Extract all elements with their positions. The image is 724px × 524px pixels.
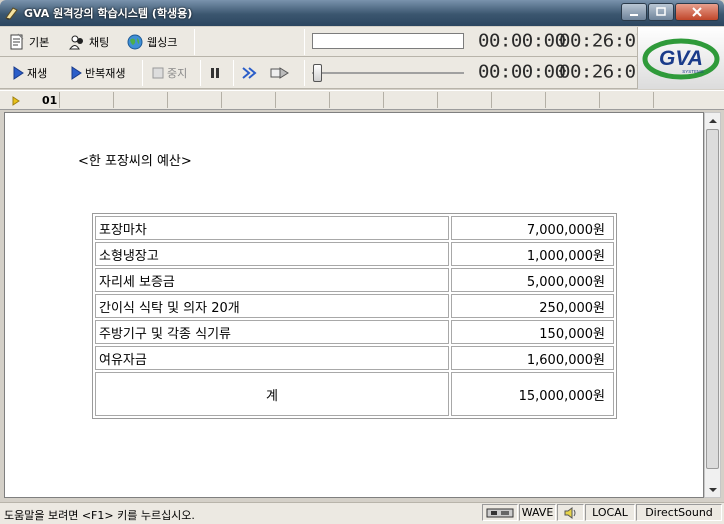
page-tab[interactable]	[276, 92, 330, 108]
arrow-down-icon	[708, 487, 717, 492]
page-tab[interactable]	[600, 92, 654, 108]
play-label: 재생	[27, 67, 48, 80]
logo-subtext: SYSTEMS	[682, 69, 704, 74]
toolbar-separator	[200, 60, 201, 86]
chat-button[interactable]: 채팅	[68, 31, 109, 53]
table-row: 주방기구 및 각종 식기류 150,000원	[95, 320, 614, 344]
toolbar-separator	[233, 60, 234, 86]
total-time: 00:26:07	[559, 30, 647, 52]
elapsed-time: 00:00:00	[478, 61, 566, 83]
table-row: 자리세 보증금 5,000,000원	[95, 268, 614, 292]
stop-label: 중지	[167, 67, 188, 80]
repeat-play-label: 반복재생	[85, 67, 126, 80]
basic-label: 기본	[29, 36, 50, 49]
total-time: 00:26:07	[559, 61, 647, 83]
page-tab[interactable]	[60, 92, 114, 108]
elapsed-time: 00:00:00	[478, 30, 566, 52]
table-row: 여유자금 1,600,000원	[95, 346, 614, 370]
speaker-panel	[557, 504, 584, 521]
users-icon	[69, 35, 83, 50]
budget-item: 자리세 보증금	[95, 268, 449, 292]
toolbar-separator	[194, 29, 195, 55]
scroll-up-button[interactable]	[705, 113, 720, 128]
close-icon	[692, 7, 702, 17]
scroll-thumb[interactable]	[706, 129, 719, 469]
close-button[interactable]	[675, 3, 719, 21]
play-icon	[13, 66, 24, 80]
scroll-down-button[interactable]	[705, 482, 720, 497]
gva-logo: GVA SYSTEMS	[642, 38, 720, 80]
fast-forward-icon	[242, 67, 257, 79]
toolbar-separator	[142, 60, 143, 86]
maximize-icon	[656, 7, 666, 16]
toolbar-separator	[304, 60, 305, 86]
websync-button[interactable]: 웹싱크	[126, 31, 177, 53]
page-tab[interactable]	[438, 92, 492, 108]
total-amount: 15,000,000원	[451, 372, 614, 416]
page-tab[interactable]	[546, 92, 600, 108]
play-button[interactable]: 재생	[12, 62, 47, 84]
budget-item: 간이식 식탁 및 의자 20개	[95, 294, 449, 318]
maximize-button[interactable]	[648, 3, 674, 21]
logo-panel: GVA SYSTEMS	[637, 27, 724, 89]
table-row: 포장마차 7,000,000원	[95, 216, 614, 240]
page-tab[interactable]	[384, 92, 438, 108]
page-tab[interactable]	[114, 92, 168, 108]
arrow-up-icon	[708, 118, 717, 123]
title-bar[interactable]: GVA 원격강의 학습시스템 (학생용)	[0, 0, 724, 26]
basic-button[interactable]: 기본	[8, 31, 49, 53]
page-tab[interactable]	[330, 92, 384, 108]
stop-icon	[152, 67, 164, 79]
budget-amount: 1,600,000원	[451, 346, 614, 370]
repeat-play-button[interactable]: 반복재생	[70, 62, 125, 84]
budget-item: 포장마차	[95, 216, 449, 240]
minimize-icon	[630, 14, 638, 16]
mode-panel: LOCAL	[585, 504, 635, 521]
table-total-row: 계 15,000,000원	[95, 372, 614, 416]
window-title: GVA 원격강의 학습시스템 (학생용)	[24, 7, 193, 20]
budget-amount: 150,000원	[451, 320, 614, 344]
recorder-status	[482, 504, 518, 521]
page-tab[interactable]	[492, 92, 546, 108]
speaker-icon	[564, 506, 575, 519]
pause-button[interactable]	[209, 62, 221, 84]
vertical-scrollbar[interactable]	[704, 112, 721, 498]
play-icon	[71, 66, 82, 80]
recorder-icon	[486, 508, 514, 517]
logo-text: GVA	[659, 47, 703, 70]
budget-amount: 1,000,000원	[451, 242, 614, 266]
page-tab[interactable]	[6, 92, 60, 108]
websync-label: 웹싱크	[147, 36, 178, 49]
budget-item: 소형냉장고	[95, 242, 449, 266]
minimize-button[interactable]	[621, 3, 647, 21]
page-tab[interactable]	[168, 92, 222, 108]
audio-format-panel: WAVE	[519, 504, 556, 521]
budget-item: 여유자금	[95, 346, 449, 370]
budget-item: 주방기구 및 각종 식기류	[95, 320, 449, 344]
progress-bar	[312, 33, 464, 49]
chat-label: 채팅	[89, 36, 110, 49]
table-row: 소형냉장고 1,000,000원	[95, 242, 614, 266]
document-icon	[10, 33, 24, 50]
export-button[interactable]	[270, 62, 290, 84]
budget-amount: 7,000,000원	[451, 216, 614, 240]
seek-track[interactable]	[312, 72, 464, 74]
document-title: <한 포장씨의 예산>	[78, 154, 192, 169]
budget-table: 포장마차 7,000,000원 소형냉장고 1,000,000원 자리세 보증금…	[92, 213, 617, 419]
arrow-right-box-icon	[270, 67, 289, 79]
table-row: 간이식 식탁 및 의자 20개 250,000원	[95, 294, 614, 318]
budget-amount: 5,000,000원	[451, 268, 614, 292]
driver-panel: DirectSound	[636, 504, 722, 521]
toolbar-separator	[304, 29, 305, 55]
pause-icon	[211, 68, 219, 78]
help-status-text: 도움말을 보려면 <F1> 키를 누르십시오.	[4, 509, 195, 522]
budget-amount: 250,000원	[451, 294, 614, 318]
globe-icon	[127, 34, 143, 50]
seek-thumb[interactable]	[313, 64, 322, 82]
page-tab[interactable]	[222, 92, 276, 108]
total-label: 계	[95, 372, 449, 416]
fast-forward-button[interactable]	[242, 62, 260, 84]
app-icon	[5, 7, 18, 20]
stop-button[interactable]: 중지	[152, 62, 187, 84]
